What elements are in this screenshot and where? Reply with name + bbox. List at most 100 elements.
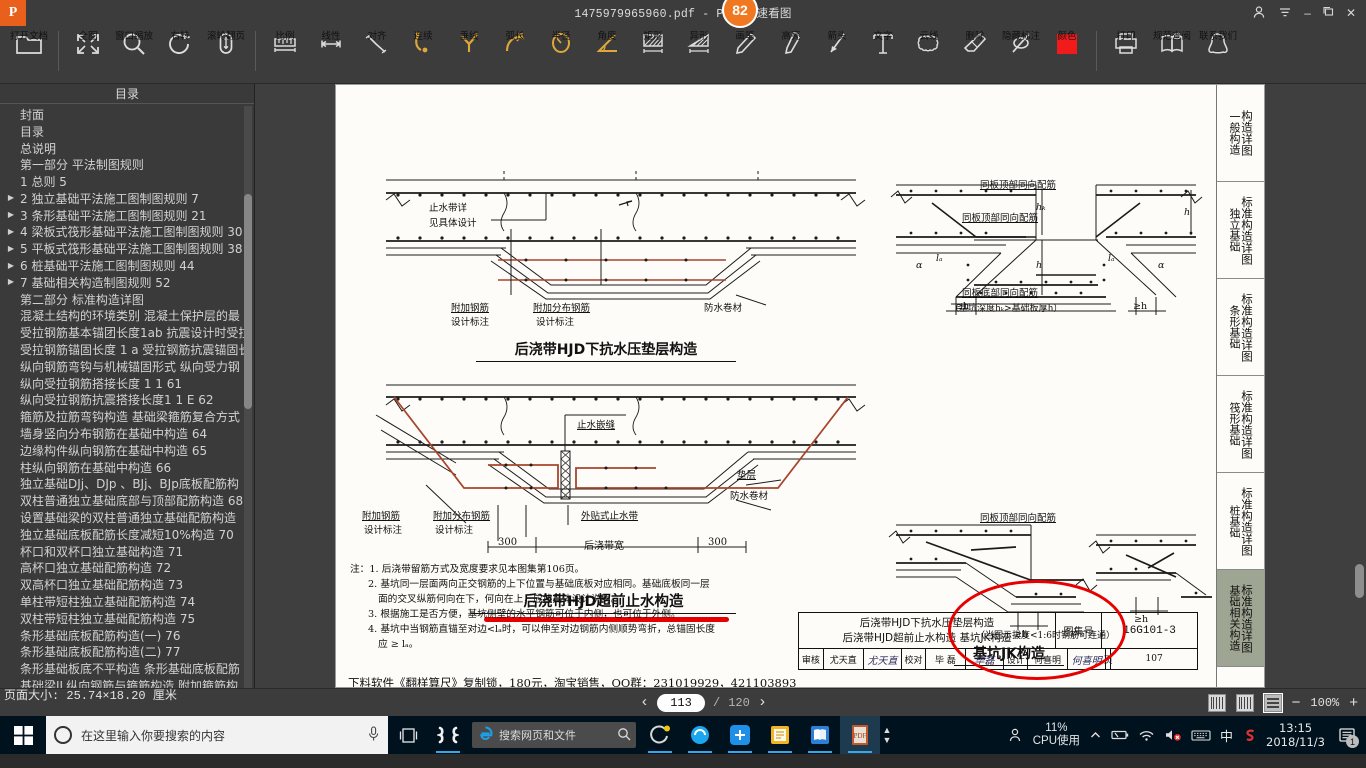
page-navigation[interactable]: ‹ 113 / 120 › [640,693,767,712]
page-count-badge[interactable]: 82 [722,0,758,28]
toc-item[interactable]: 封面 [0,106,254,123]
text-button[interactable]: 文字 [860,26,906,59]
toc-item[interactable]: 第二部分 标准构造详图 [0,291,254,308]
highlight-button[interactable]: 高亮 [768,26,814,59]
radius-button[interactable]: 半径 [538,26,584,59]
sogou-ime-icon[interactable] [1242,728,1257,743]
section-tab[interactable]: 标准构造详图 桩基础 [1217,473,1264,570]
people-icon[interactable] [1008,727,1024,743]
section-tab[interactable]: 标准构造详图 独立基础 [1217,182,1264,279]
ie-search-box[interactable]: 搜索网页和文件 [472,722,636,748]
scale-button[interactable]: 比例 [262,26,308,59]
angle-button[interactable]: 角度 [584,26,630,59]
toc-item[interactable]: 条形基础底板配筋构造(一) 76 [0,627,254,644]
section-tab[interactable]: 标准构造详图 基础相关构造 [1217,570,1264,667]
toc-item[interactable]: 高杯口独立基础配筋构造 72 [0,560,254,577]
toc-item[interactable]: 双高杯口独立基础配筋构造 73 [0,576,254,593]
360-browser-icon[interactable] [680,716,720,754]
toc-item[interactable]: 设置基础梁的双柱普通独立基础配筋构造 [0,509,254,526]
close-button[interactable]: ✕ [1346,6,1356,20]
toc-item[interactable]: 纵向受拉钢筋搭接长度 1 1 61 [0,375,254,392]
toc-item[interactable]: 1 总则 5 [0,173,254,190]
toc-item[interactable]: ▶ 6 桩基础平法施工图制图规则 44 [0,257,254,274]
sidebar-scrollbar-thumb[interactable] [244,194,252,409]
toc-item[interactable]: 混凝土结构的环境类别 混凝土保护层的最 [0,308,254,325]
start-button[interactable] [0,716,46,754]
microphone-icon[interactable] [367,725,380,745]
taskbar-overflow-arrows[interactable]: ▲ ▼ [880,725,894,745]
chevron-right-icon[interactable]: ▶ [4,241,18,257]
ie-browser-icon[interactable]: 搜索网页和文件 [468,716,640,754]
single-page-view-button[interactable] [1235,693,1254,712]
menu-caret-icon[interactable] [1278,5,1292,22]
section-tab[interactable]: 构造详图 一般构造 [1217,85,1264,182]
continuous-button[interactable]: 连续 [400,26,446,59]
rotate-right-button[interactable]: 右转 [157,26,203,59]
cloud-button[interactable]: 云线 [906,26,952,59]
chevron-right-icon[interactable]: ▶ [4,258,18,274]
next-page-button[interactable]: › [758,695,767,710]
polygon-area-button[interactable]: 异形 [676,26,722,59]
search-input[interactable]: 在这里输入你要搜索的内容 [81,727,358,744]
toc-item[interactable]: 柱纵向钢筋在基础中构造 66 [0,459,254,476]
toc-item[interactable]: 纵向受拉钢筋抗震搭接长度1 1 E 62 [0,392,254,409]
toc-item[interactable]: 箍筋及拉筋弯钩构造 基础梁箍筋复合方式 [0,408,254,425]
toc-item[interactable]: 独立基础DJj、DJp 、BJj、BJp底板配筋构 [0,476,254,493]
toc-item[interactable]: 总说明 [0,140,254,157]
linear-measure-button[interactable]: 线性 [308,26,354,59]
keyboard-icon[interactable] [1191,729,1211,742]
color-button[interactable]: 颜色 [1044,26,1090,59]
arrow-button[interactable]: 箭头 [814,26,860,59]
chevron-right-icon[interactable]: ▶ [4,274,18,290]
clock[interactable]: 13:15 2018/11/3 [1266,721,1325,749]
pdf-viewer[interactable]: ‹ [255,84,1366,688]
scroll-page-button[interactable]: 滚轮翻页 [203,26,249,59]
perpendicular-button[interactable]: 垂线 [446,26,492,59]
toc-item[interactable]: ▶ 4 梁板式筏形基础平法施工图制图规则 30 [0,224,254,241]
contact-us-button[interactable]: 联系我们 [1195,26,1241,59]
toc-item[interactable]: 受拉钢筋基本锚团长度1ab 抗震设计时受拉 [0,324,254,341]
align-button[interactable]: 对齐 [354,26,400,59]
pen-button[interactable]: 画笔 [722,26,768,59]
sogou-icon[interactable] [640,716,680,754]
minimize-button[interactable]: – [1304,6,1311,20]
cloud-app-icon[interactable] [720,716,760,754]
ie-search-input[interactable]: 搜索网页和文件 [499,727,612,743]
section-tab[interactable]: 标准构造详图 筏形基础 [1217,376,1264,473]
chevron-right-icon[interactable]: ▶ [4,207,18,223]
zoom-in-button[interactable]: + [1349,695,1358,710]
toc-item[interactable]: 目录 [0,123,254,140]
viewer-scrollbar-thumb[interactable] [1355,564,1364,598]
search-box[interactable]: 在这里输入你要搜索的内容 [46,716,388,754]
standards-lookup-button[interactable]: 规范查阅 [1149,26,1195,59]
pdf-reader-icon[interactable]: PDF [840,716,880,754]
eraser-button[interactable]: 删除 [952,26,998,59]
hide-annotation-button[interactable]: 隐藏标注 [998,26,1044,59]
toc-item[interactable]: 受拉钢筋锚固长度 1 a 受拉钢筋抗震锚固长 [0,341,254,358]
toc-item[interactable]: ▶ 2 独立基础平法施工图制图规则 7 [0,190,254,207]
two-page-view-button[interactable] [1207,693,1226,712]
notes-app-icon[interactable] [760,716,800,754]
toc-item[interactable]: ▶ 3 条形基础平法施工图制图规则 21 [0,207,254,224]
open-document-button[interactable]: 打开文档 [6,26,52,59]
maximize-button[interactable] [1323,6,1334,20]
chevron-right-icon[interactable]: ▶ [4,224,18,240]
notification-center-button[interactable]: 1 [1334,716,1360,754]
toc-item[interactable]: 双柱普通独立基础底部与顶部配筋构造 68 [0,492,254,509]
battery-icon[interactable] [1111,728,1129,742]
toc-item[interactable]: 单柱带短柱独立基础配筋构造 74 [0,593,254,610]
ime-mode-indicator[interactable]: 中 [1220,726,1233,745]
rectangle-area-button[interactable]: 矩形 [630,26,676,59]
toc-item[interactable]: ▶ 5 平板式筏形基础平法施工图制图规则 38 [0,240,254,257]
toc-item[interactable]: ▶ 7 基础相关构造制图规则 52 [0,274,254,291]
toc-item[interactable]: 墙身竖向分布钢筋在基础中构造 64 [0,425,254,442]
print-button[interactable]: 打印 [1103,26,1149,59]
fit-page-button[interactable]: 全图 [65,26,111,59]
volume-muted-icon[interactable] [1164,728,1182,742]
toc-item[interactable]: 条形基础底板配筋构造(二) 77 [0,644,254,661]
tray-expand-icon[interactable] [1089,729,1102,742]
prev-page-button[interactable]: ‹ [640,695,649,710]
toc-item[interactable]: 双柱带短柱独立基础配筋构造 75 [0,610,254,627]
toc-item[interactable]: 第一部分 平法制图规则 [0,156,254,173]
wifi-icon[interactable] [1138,728,1155,742]
